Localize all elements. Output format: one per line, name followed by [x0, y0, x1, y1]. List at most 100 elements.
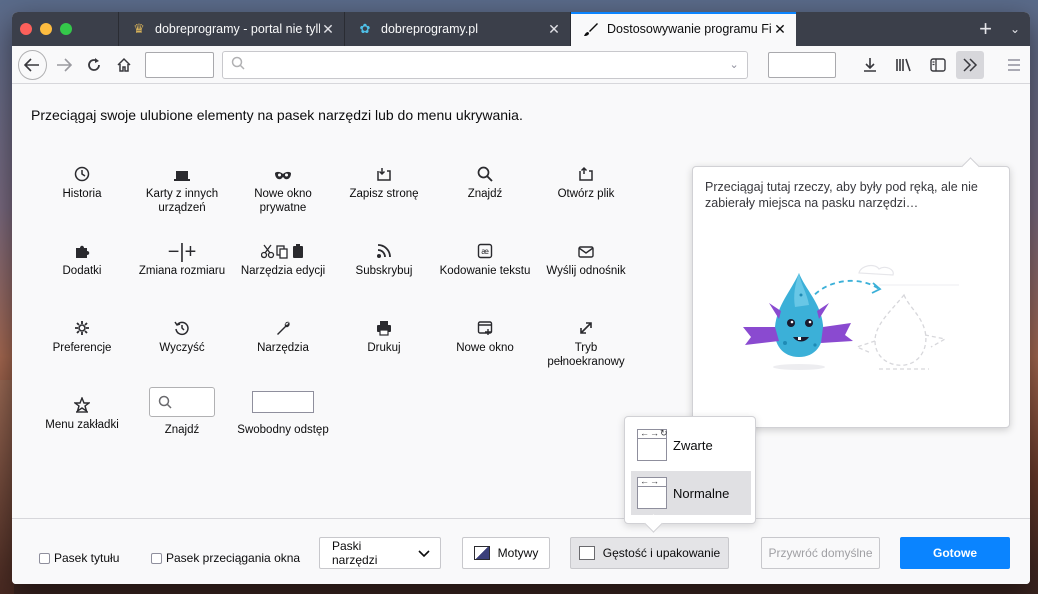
palette-item-label: Znajdź [164, 424, 200, 436]
toolbars-dropdown[interactable]: Paski narzędzi [319, 537, 441, 569]
themes-label: Motywy [497, 546, 539, 560]
density-option-normal[interactable]: ←→ Normalne [631, 471, 751, 515]
private-mask-icon [237, 160, 329, 182]
tab-dobreprogramy-pl[interactable]: ✿ dobreprogramy.pl ✕ [344, 12, 570, 46]
wrench-icon [237, 314, 329, 336]
palette-item-label: Zmiana rozmiaru [138, 265, 226, 277]
svg-text:æ: æ [481, 247, 489, 256]
palette-item-label: Subskrybuj [355, 265, 413, 277]
palette-item-private-window[interactable]: Nowe okno prywatne [237, 160, 329, 215]
home-icon[interactable] [109, 50, 139, 80]
tab-customize[interactable]: Dostosowywanie programu Fire ✕ [570, 12, 796, 46]
palette-item-find[interactable]: Znajdź [439, 160, 531, 201]
url-input[interactable] [250, 57, 730, 72]
palette-item-addons[interactable]: Dodatki [36, 237, 128, 278]
compact-density-icon: ←→↻ [637, 428, 668, 461]
fullscreen-icon [540, 314, 632, 336]
forget-history-icon [136, 314, 228, 336]
search-icon [231, 56, 245, 73]
palette-item-label: Swobodny odstęp [237, 424, 329, 436]
close-tab-icon[interactable]: ✕ [772, 21, 788, 38]
palette-item-preferences[interactable]: Preferencje [36, 314, 128, 355]
palette-item-label: Nowe okno [456, 342, 514, 354]
palette-item-email-link[interactable]: Wyślij odnośnik [540, 237, 632, 278]
palette-item-label: Narzędzia edycji [240, 265, 326, 277]
checkbox-label: Pasek tytułu [54, 551, 120, 565]
palette-item-subscribe[interactable]: Subskrybuj [338, 237, 430, 278]
close-tab-icon[interactable]: ✕ [546, 21, 562, 38]
flexible-space-placeholder[interactable] [145, 51, 214, 78]
restore-defaults-button[interactable]: Przywróć domyślne [761, 537, 880, 569]
library-icon[interactable] [888, 50, 920, 80]
palette-item-label: Historia [62, 188, 102, 200]
hamburger-menu-icon[interactable] [998, 50, 1030, 80]
url-bar[interactable]: ⌄ [221, 50, 748, 79]
forward-arrow-icon[interactable] [49, 50, 79, 80]
toolbar-buttons [854, 50, 1030, 80]
themes-icon [473, 546, 490, 560]
palette-item-fullscreen[interactable]: Tryb pełnoekranowy [540, 314, 632, 369]
palette-item-label: Zapisz stronę [349, 188, 419, 200]
brush-icon [583, 21, 599, 37]
sidebar-icon[interactable] [922, 50, 954, 80]
tab-title: Dostosowywanie programu Fire [607, 22, 772, 36]
palette-item-history[interactable]: Historia [36, 160, 128, 201]
palette-item-label: Kodowanie tekstu [439, 265, 531, 277]
reload-icon[interactable] [79, 50, 109, 80]
done-label: Gotowe [933, 546, 977, 560]
palette-item-open-file[interactable]: Otwórz plik [540, 160, 632, 201]
chevron-down-icon [418, 546, 430, 561]
zoom-controls-icon: −|+ [167, 241, 197, 263]
back-arrow-icon[interactable] [18, 49, 47, 80]
palette-item-save-page[interactable]: Zapisz stronę [338, 160, 430, 201]
overflow-chevron-icon[interactable] [955, 50, 984, 79]
density-popup: ←→↻ Zwarte ←→ Normalne [624, 416, 756, 524]
bookmark-star-icon [36, 391, 128, 413]
checkbox-label: Pasek przeciągania okna [166, 551, 301, 565]
palette-item-bookmarks-menu[interactable]: Menu zakładki [36, 391, 128, 432]
navigation-toolbar: ⌄ [12, 46, 1030, 84]
flexible-space-icon [252, 391, 314, 413]
dobreprogramy-favicon: ♛ [133, 21, 145, 36]
palette-item-zoom-controls[interactable]: −|+ Zmiana rozmiaru [136, 237, 228, 278]
palette-item-search-box[interactable]: Znajdź [136, 387, 228, 437]
density-button[interactable]: Gęstość i upakowanie [570, 537, 729, 569]
new-tab-plus-icon[interactable]: + [979, 18, 992, 40]
url-dropdown-icon[interactable]: ⌄ [729, 58, 738, 71]
density-option-compact[interactable]: ←→↻ Zwarte [631, 423, 751, 467]
palette-item-developer-tools[interactable]: Narzędzia [237, 314, 329, 355]
palette-item-edit-controls[interactable]: Narzędzia edycji [237, 237, 329, 278]
download-icon[interactable] [854, 50, 886, 80]
palette-item-label: Narzędzia [257, 342, 309, 354]
tab-list-chevron-icon[interactable]: ⌄ [1010, 22, 1020, 36]
close-tab-icon[interactable]: ✕ [320, 21, 336, 38]
printer-icon [338, 314, 430, 336]
done-button[interactable]: Gotowe [900, 537, 1010, 569]
palette-item-label: Dodatki [62, 265, 102, 277]
palette-item-synced-tabs[interactable]: Karty z innych urządzeń [136, 160, 228, 215]
palette-item-label: Znajdź [467, 188, 503, 200]
themes-button[interactable]: Motywy [462, 537, 550, 569]
close-window-button[interactable] [20, 23, 32, 35]
palette-item-print[interactable]: Drukuj [338, 314, 430, 355]
tab-dobreprogramy-portal[interactable]: ♛ dobreprogramy - portal nie tylko ✕ [118, 12, 344, 46]
dragspace-checkbox[interactable]: Pasek przeciągania okna [151, 551, 300, 565]
dobreprogramy-pl-favicon: ✿ [359, 21, 371, 36]
palette-item-new-window[interactable]: Nowe okno [439, 314, 531, 355]
palette-item-label: Drukuj [367, 342, 401, 354]
palette-item-forget[interactable]: Wyczyść [136, 314, 228, 355]
tab-strip: ♛ dobreprogramy - portal nie tylko ✕ ✿ d… [12, 12, 1030, 46]
synced-tabs-icon [136, 160, 228, 182]
flexible-space-placeholder[interactable] [767, 51, 836, 78]
titlebar-checkbox[interactable]: Pasek tytułu [39, 551, 119, 565]
customize-area: Przeciągaj swoje ulubione elementy na pa… [12, 84, 1030, 518]
maximize-window-button[interactable] [60, 23, 72, 35]
palette-item-label: Otwórz plik [557, 188, 615, 200]
checkbox-box[interactable] [39, 552, 50, 564]
overflow-panel[interactable]: Przeciągaj tutaj rzeczy, aby były pod rę… [692, 166, 1010, 428]
minimize-window-button[interactable] [40, 23, 52, 35]
palette-item-flexible-space[interactable]: Swobodny odstęp [237, 387, 329, 437]
rss-icon [338, 237, 430, 259]
checkbox-box[interactable] [151, 552, 162, 564]
palette-item-text-encoding[interactable]: æ Kodowanie tekstu [439, 237, 531, 278]
